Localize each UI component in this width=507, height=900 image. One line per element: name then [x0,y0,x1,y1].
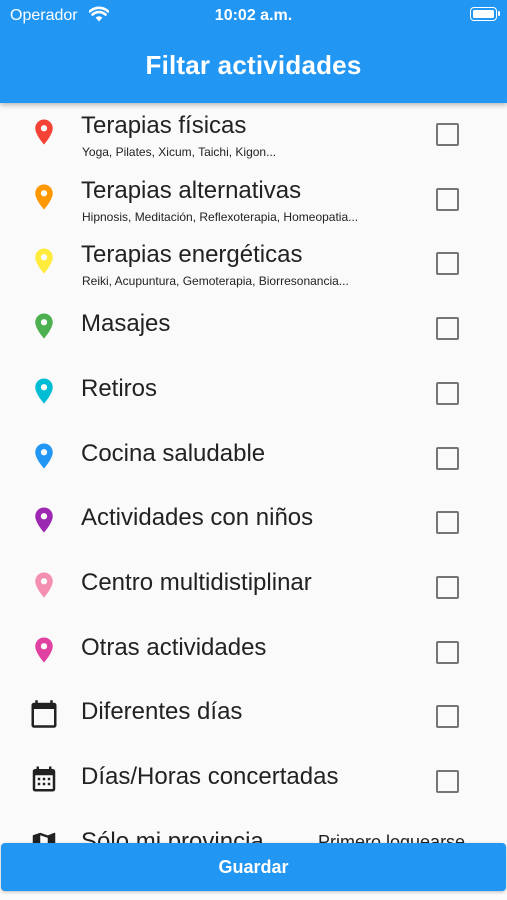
item-label: Terapias físicas [81,112,247,139]
list-item[interactable]: Diferentes días [0,685,507,749]
filter-checkbox[interactable] [436,446,459,470]
item-subtitle: Yoga, Pilates, Xicum, Taichi, Kigon... [82,145,277,159]
filter-checkbox[interactable] [436,123,459,146]
item-subtitle: Hipnosis, Meditación, Reflexoterapia, Ho… [82,209,359,224]
item-label: Masajes [81,310,171,338]
filter-checkbox[interactable] [436,317,459,341]
list-item[interactable]: Otras actividades [0,621,507,685]
filter-checkbox[interactable] [436,381,459,405]
location-pin-icon [29,440,59,472]
page-title: Filtar actividades [145,50,362,80]
location-pin-icon [29,181,59,213]
item-subtitle: Reiki, Acupuntura, Gemoterapia, Biorreso… [82,274,349,289]
status-bar: Operador 10:02 a.m. [0,0,507,32]
list-item[interactable]: Masajes [0,297,507,361]
list-item[interactable]: Días/Horas concertadas [0,750,507,814]
item-label: Terapias alternativas [81,176,302,204]
location-pin-icon [29,569,59,601]
list-item[interactable]: Centro multidistiplinar [0,556,507,620]
item-label: Diferentes días [81,698,243,726]
filter-checkbox[interactable] [436,705,459,729]
app-bar: Operador 10:02 a.m. Filtar actividades [0,0,507,103]
login-required-text[interactable]: Primero loguearse [318,832,465,843]
filter-checkbox[interactable] [436,252,459,276]
filter-list: Terapias físicas Yoga, Pilates, Xicum, Ta… [0,103,507,843]
filter-checkbox[interactable] [436,511,459,535]
list-item[interactable]: Terapias físicas Yoga, Pilates, Xicum, Ta… [0,103,507,167]
filter-checkbox[interactable] [436,187,459,211]
list-item[interactable]: Terapias alternativas Hipnosis, Meditació… [0,168,507,232]
item-label: Retiros [81,374,158,402]
location-pin-icon [29,245,59,277]
location-pin-icon [29,116,59,148]
filter-checkbox[interactable] [436,770,459,793]
location-pin-icon [29,310,59,342]
filter-checkbox[interactable] [436,575,459,599]
list-item[interactable]: Terapias energéticas Reiki, Acupuntura, G… [0,232,507,296]
item-label: Días/Horas concertadas [81,763,339,790]
list-item[interactable]: Sólo mi provincia Primero loguearse [0,815,507,843]
calendar-icon [29,698,59,730]
list-item[interactable]: Actividades con niños [0,491,507,555]
map-icon [29,828,59,843]
calendar-grid-icon [29,763,59,795]
item-label: Actividades con niños [81,504,314,532]
list-item[interactable]: Retiros [0,362,507,426]
list-item[interactable]: Cocina saludable [0,427,507,491]
battery-icon [470,7,500,21]
item-label: Centro multidistiplinar [81,568,312,596]
location-pin-icon [29,375,59,407]
save-button[interactable]: Guardar [1,843,506,891]
item-label: Otras actividades [81,633,267,661]
location-pin-icon [29,634,59,666]
filter-checkbox[interactable] [436,640,459,664]
status-time: 10:02 a.m. [214,7,293,24]
screen: Operador 10:02 a.m. Filtar actividades T… [0,0,507,900]
location-pin-icon [29,504,59,536]
item-label: Cocina saludable [81,439,266,467]
item-label: Sólo mi provincia [81,827,264,843]
item-label: Terapias energéticas [81,241,303,269]
